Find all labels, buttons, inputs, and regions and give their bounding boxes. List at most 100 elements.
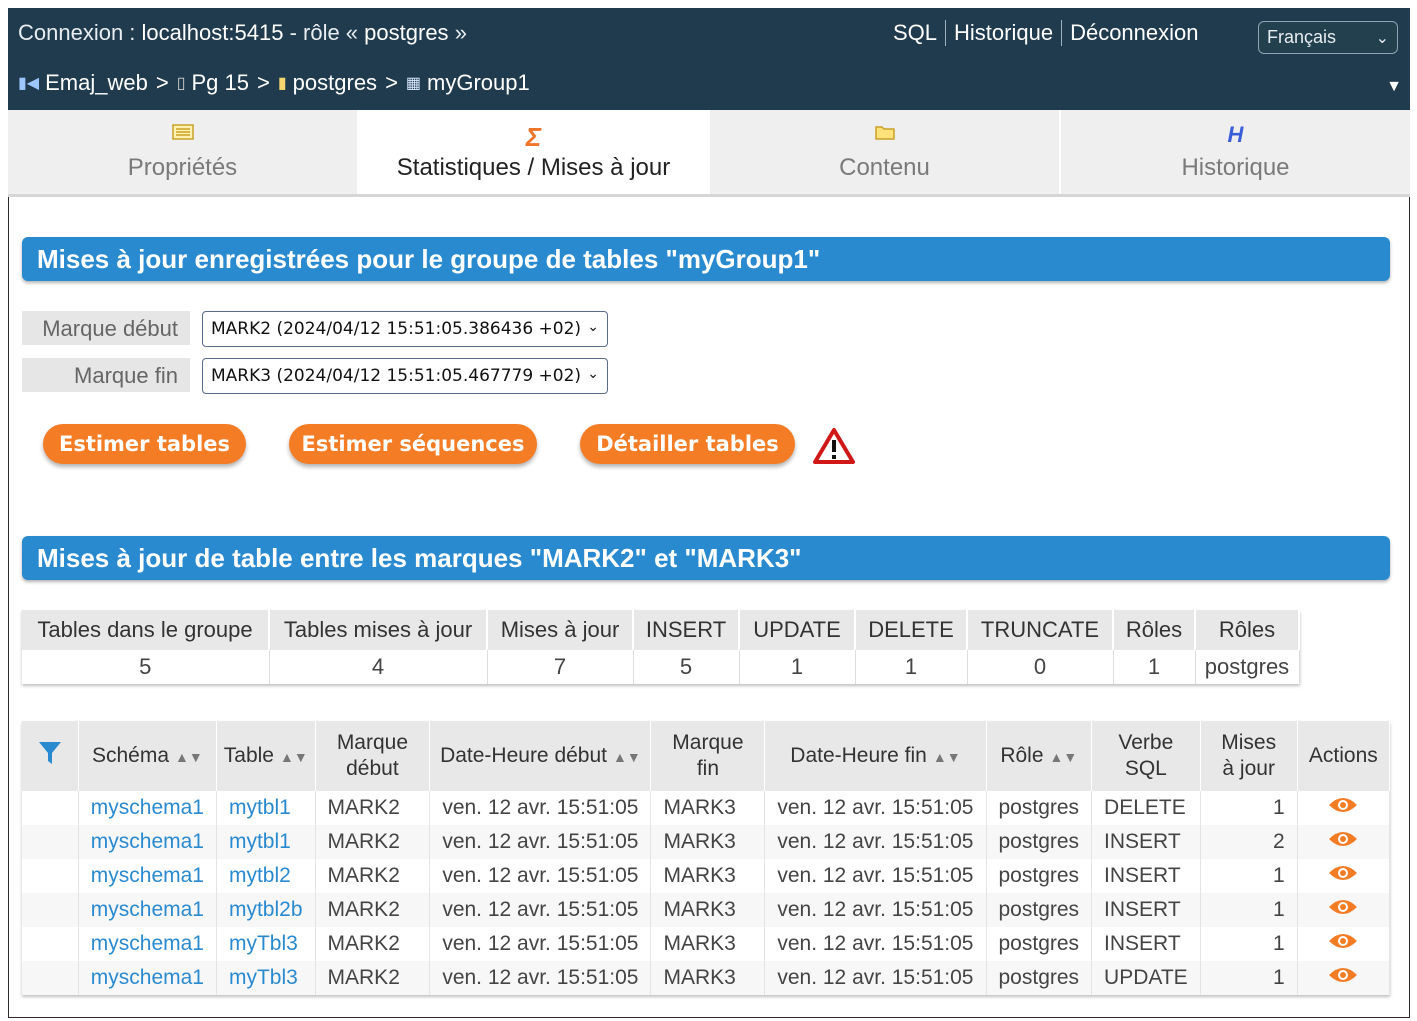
schema-link[interactable]: myschema1: [78, 893, 217, 927]
sort-icon: ▲▼: [932, 748, 961, 765]
summary-header: Tables mises à jour: [269, 610, 488, 650]
filter-cell: [22, 825, 79, 859]
sort-icon: ▲▼: [613, 748, 641, 765]
eye-icon[interactable]: [1327, 862, 1359, 884]
column-header-verb[interactable]: Verbe SQL: [1091, 721, 1201, 791]
summary-header: TRUNCATE: [967, 610, 1114, 650]
breadcrumb-server[interactable]: Pg 15: [192, 70, 250, 96]
tab-properties-label: Propriétés: [127, 154, 238, 181]
column-header-schema[interactable]: Schéma ▲▼: [78, 721, 217, 791]
verb-cell: UPDATE: [1091, 961, 1201, 995]
table-link[interactable]: mytbl2b: [216, 893, 316, 927]
column-header-mark-start[interactable]: Marque début: [315, 721, 431, 791]
schema-link[interactable]: myschema1: [78, 825, 217, 859]
column-header-updates[interactable]: Mises à jour: [1200, 721, 1298, 791]
mark-start-label: Marque début: [22, 311, 190, 345]
chevron-down-icon: ⌄: [587, 366, 599, 382]
column-header-label: Verbe: [1118, 731, 1174, 754]
server-icon: ▯: [176, 75, 186, 92]
role-prefix: - rôle «: [289, 20, 359, 45]
mark-end-cell: MARK3: [650, 893, 766, 927]
mark-start-value: MARK2 (2024/04/12 15:51:05.386436 +02): [211, 319, 582, 339]
table-header-row: Schéma ▲▼ Table ▲▼ Marque début Date-Heure …: [22, 721, 1391, 791]
mark-end-cell: MARK3: [650, 927, 766, 961]
connection-role: postgres: [364, 20, 449, 45]
summary-value: 1: [739, 650, 856, 684]
folder-icon: [710, 122, 1059, 148]
filter-button[interactable]: [22, 721, 79, 791]
sql-link[interactable]: SQL: [893, 20, 945, 46]
mark-start-select[interactable]: MARK2 (2024/04/12 15:51:05.386436 +02) ⌄: [202, 311, 608, 347]
summary-values-row: 5 4 7 5 1 1 0 1 postgres: [22, 650, 1300, 684]
summary-value: postgres: [1195, 650, 1300, 684]
history-link[interactable]: Historique: [945, 20, 1061, 46]
datetime-start-cell: ven. 12 avr. 15:51:05: [429, 825, 652, 859]
schema-link[interactable]: myschema1: [78, 859, 217, 893]
mark-start-cell: MARK2: [315, 825, 431, 859]
datetime-end-cell: ven. 12 avr. 15:51:05: [764, 791, 987, 825]
top-links: SQL Historique Déconnexion: [893, 20, 1207, 46]
summary-header-row: Tables dans le groupe Tables mises à jou…: [22, 610, 1300, 650]
column-header-mark-end[interactable]: Marque fin: [650, 721, 766, 791]
column-header-datetime-start[interactable]: Date-Heure début ▲▼: [429, 721, 652, 791]
mark-start-cell: MARK2: [315, 893, 431, 927]
chevron-down-icon: ⌄: [587, 319, 599, 335]
tab-statistics[interactable]: Σ Statistiques / Mises à jour: [359, 110, 710, 194]
group-icon: ▦: [405, 75, 422, 92]
summary-header: Rôles: [1195, 610, 1300, 650]
table-row: myschema1 mytbl1 MARK2 ven. 12 avr. 15:51:0…: [22, 825, 1391, 859]
tab-properties[interactable]: Propriétés: [8, 110, 359, 194]
column-header-role[interactable]: Rôle ▲▼: [986, 721, 1093, 791]
summary-header: Tables dans le groupe: [22, 610, 270, 650]
language-select[interactable]: Français ⌄: [1258, 21, 1398, 54]
table-link[interactable]: mytbl1: [216, 825, 316, 859]
summary-value: 0: [967, 650, 1114, 684]
mark-end-label: Marque fin: [22, 358, 190, 392]
filter-cell: [22, 791, 79, 825]
mark-end-select[interactable]: MARK3 (2024/04/12 15:51:05.467779 +02) ⌄: [202, 358, 608, 394]
eye-icon[interactable]: [1327, 964, 1359, 986]
breadcrumb-emaj-web[interactable]: Emaj_web: [45, 70, 148, 96]
schema-link[interactable]: myschema1: [78, 791, 217, 825]
actions-cell: [1297, 825, 1391, 859]
column-header-label: fin: [696, 757, 719, 780]
verb-cell: INSERT: [1091, 825, 1201, 859]
verb-cell: INSERT: [1091, 927, 1201, 961]
filter-cell: [22, 893, 79, 927]
actions-cell: [1297, 791, 1391, 825]
eye-icon[interactable]: [1327, 896, 1359, 918]
schema-link[interactable]: myschema1: [78, 927, 217, 961]
emaj-icon: ▮◀: [18, 75, 40, 92]
datetime-start-cell: ven. 12 avr. 15:51:05: [429, 893, 652, 927]
summary-value: 5: [633, 650, 740, 684]
collapse-icon[interactable]: ▼: [1386, 78, 1402, 96]
eye-icon[interactable]: [1327, 794, 1359, 816]
detail-tables-button[interactable]: Détailler tables: [580, 424, 795, 464]
actions-cell: [1297, 961, 1391, 995]
schema-link[interactable]: myschema1: [78, 961, 217, 995]
tab-history[interactable]: H Historique: [1061, 110, 1410, 194]
tab-content[interactable]: Contenu: [710, 110, 1061, 194]
language-value: Français: [1267, 27, 1337, 47]
table-row: myschema1 myTbl3 MARK2 ven. 12 avr. 15:51:0…: [22, 927, 1391, 961]
table-link[interactable]: mytbl1: [216, 791, 316, 825]
mark-end-value: MARK3 (2024/04/12 15:51:05.467779 +02): [211, 366, 582, 386]
datetime-end-cell: ven. 12 avr. 15:51:05: [764, 927, 987, 961]
breadcrumb-database[interactable]: postgres: [293, 70, 377, 96]
table-link[interactable]: myTbl3: [216, 961, 316, 995]
mark-end-cell: MARK3: [650, 961, 766, 995]
logout-link[interactable]: Déconnexion: [1061, 20, 1206, 46]
datetime-end-cell: ven. 12 avr. 15:51:05: [764, 961, 987, 995]
estimate-sequences-button[interactable]: Estimer séquences: [289, 424, 537, 464]
chevron-down-icon: ⌄: [1375, 30, 1389, 47]
eye-icon[interactable]: [1327, 828, 1359, 850]
table-link[interactable]: mytbl2: [216, 859, 316, 893]
column-header-label: Date-Heure début: [440, 743, 607, 767]
history-icon: H: [1227, 122, 1244, 147]
column-header-table[interactable]: Table ▲▼: [216, 721, 316, 791]
table-link[interactable]: myTbl3: [216, 927, 316, 961]
eye-icon[interactable]: [1327, 930, 1359, 952]
column-header-datetime-end[interactable]: Date-Heure fin ▲▼: [764, 721, 987, 791]
breadcrumb-group[interactable]: myGroup1: [427, 70, 530, 96]
estimate-tables-button[interactable]: Estimer tables: [43, 424, 246, 464]
